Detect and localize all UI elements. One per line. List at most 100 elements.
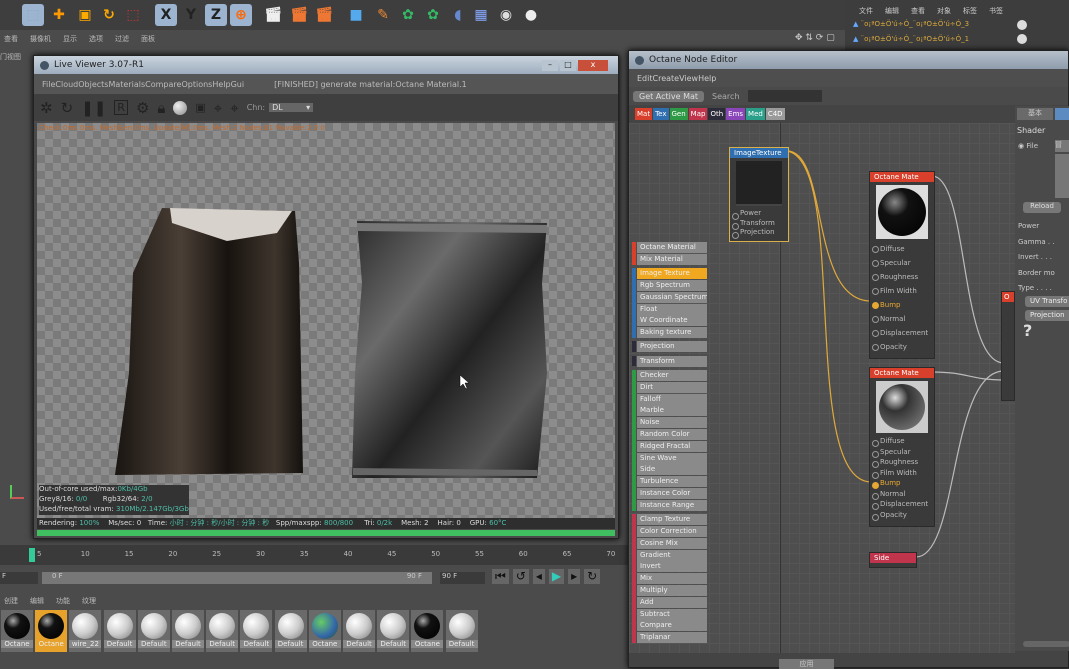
y-axis-icon[interactable]: Y xyxy=(180,4,202,26)
z-axis-icon[interactable]: Z xyxy=(205,4,227,26)
file-button[interactable]: 冒 xyxy=(1055,140,1069,152)
frame-range-slider[interactable]: 0 F 90 F xyxy=(42,572,432,584)
category-tag-ems[interactable]: Ems xyxy=(726,108,746,120)
material-thumbnail[interactable]: Default xyxy=(172,610,204,652)
library-item[interactable]: Compare xyxy=(637,620,707,632)
next-frame-icon[interactable]: ▸ xyxy=(568,569,581,584)
library-item[interactable]: Random Color xyxy=(637,429,707,440)
material-tag-icon[interactable] xyxy=(1017,34,1027,44)
node-port[interactable]: Normal xyxy=(870,489,934,499)
select-tool-icon[interactable]: ⬚ xyxy=(122,4,144,26)
current-frame-field[interactable]: F xyxy=(0,572,38,584)
library-item[interactable]: Sine Wave xyxy=(637,452,707,464)
attr-param[interactable]: Type . . . . xyxy=(1018,284,1052,292)
library-item[interactable]: Multiply xyxy=(637,584,707,596)
library-item[interactable]: Side xyxy=(637,464,707,476)
scale-icon[interactable]: ▣ xyxy=(74,4,96,26)
attr-tab[interactable]: 着色 xyxy=(1055,108,1069,120)
library-item[interactable]: Baking texture xyxy=(637,327,707,339)
menu-item[interactable]: Materials xyxy=(108,80,145,89)
live-selection-icon[interactable]: ⬚ xyxy=(22,4,44,26)
category-tag-oth[interactable]: Oth xyxy=(708,108,726,120)
navigation-icons[interactable]: ✥ ⇅ ⟳ ▢ xyxy=(795,33,835,43)
category-tag-tex[interactable]: Tex xyxy=(653,108,669,120)
attr-param[interactable]: Power xyxy=(1018,222,1039,230)
node-port[interactable]: Displacement xyxy=(870,326,934,340)
library-item[interactable]: Octane Material xyxy=(637,242,707,253)
material-thumbnail[interactable]: Default xyxy=(274,610,307,652)
menu-item[interactable]: 面板 xyxy=(141,35,155,43)
close-button[interactable]: x xyxy=(578,59,608,71)
library-item[interactable]: Ridged Fractal xyxy=(637,440,707,452)
library-item[interactable]: Turbulence xyxy=(637,476,707,488)
prev-key-icon[interactable]: ↺ xyxy=(512,569,529,584)
material-thumbnail[interactable]: Default xyxy=(240,610,273,652)
minimize-button[interactable]: – xyxy=(542,59,558,71)
library-item[interactable]: Instance Range xyxy=(637,499,707,511)
menu-item[interactable]: 纹理 xyxy=(82,597,96,605)
material-preview-icon[interactable] xyxy=(173,100,188,115)
menu-item[interactable]: 编辑 xyxy=(30,597,44,605)
library-item[interactable]: Checker xyxy=(637,370,707,381)
library-item[interactable]: Gradient xyxy=(637,549,707,561)
node-port[interactable]: Opacity xyxy=(870,340,934,354)
material-thumbnail[interactable]: Default xyxy=(377,610,410,652)
library-item[interactable]: Marble xyxy=(637,405,707,417)
menu-item[interactable]: 编辑 xyxy=(885,7,899,15)
pause-icon[interactable]: ❚❚ xyxy=(81,99,106,117)
library-item[interactable]: Noise xyxy=(637,417,707,429)
node-port[interactable]: Film Width xyxy=(870,468,934,478)
x-axis-icon[interactable]: X xyxy=(155,4,177,26)
library-item[interactable]: Transform xyxy=(637,355,707,367)
live-viewer-titlebar[interactable]: Live Viewer 3.07-R1 – □ x xyxy=(34,56,618,74)
world-coord-icon[interactable]: ⊕ xyxy=(230,4,252,26)
material-thumbnail[interactable]: Default xyxy=(445,610,478,652)
attr-tab[interactable]: 基本 xyxy=(1017,108,1053,120)
library-item[interactable]: Clamp Texture xyxy=(637,514,707,526)
deformer-icon[interactable]: ◖ xyxy=(447,4,469,26)
node-port[interactable]: Opacity xyxy=(870,510,934,520)
node-octane-material-2[interactable]: Octane Mate Diffuse Specular Roughness Film… xyxy=(869,367,935,527)
menu-item[interactable]: Gui xyxy=(231,80,245,89)
node-port[interactable]: Bump xyxy=(870,298,934,312)
pick-material-icon[interactable]: ⌖ xyxy=(230,99,238,117)
material-thumbnail[interactable]: Octane xyxy=(411,610,444,652)
subdivide-icon[interactable]: ✿ xyxy=(397,4,419,26)
menu-item[interactable]: 文件 xyxy=(859,7,873,15)
get-active-mat-button[interactable]: Get Active Mat xyxy=(633,90,705,102)
horizontal-scrollbar[interactable] xyxy=(1023,641,1069,647)
refresh-icon[interactable]: ↻ xyxy=(61,99,74,117)
library-item[interactable]: Image Texture xyxy=(637,268,707,280)
node-port[interactable]: Specular xyxy=(870,256,934,270)
pen-icon[interactable]: ✎ xyxy=(372,4,394,26)
playhead[interactable] xyxy=(29,548,35,562)
library-item[interactable]: Instance Color xyxy=(637,488,707,499)
floor-icon[interactable]: ▦ xyxy=(470,4,492,26)
object-row[interactable]: ▲ ¨o¡ªO±Ö'ú÷Ó_¨o¡ªO±Ö'ú÷Ó_3 xyxy=(853,20,969,28)
region-render-icon[interactable]: R xyxy=(114,100,128,115)
library-item[interactable]: Rgb Spectrum xyxy=(637,279,707,291)
search-input[interactable] xyxy=(747,90,822,102)
goto-start-icon[interactable]: ⏮ xyxy=(492,569,509,584)
attr-param[interactable]: Gamma . . xyxy=(1018,238,1055,246)
menu-item[interactable]: 选项 xyxy=(89,35,103,43)
rotate-icon[interactable]: ↻ xyxy=(98,4,120,26)
attr-button[interactable]: Projection xyxy=(1025,310,1069,321)
menu-item[interactable]: Options xyxy=(181,80,212,89)
library-item[interactable]: Cosine Mix xyxy=(637,537,707,549)
library-item[interactable]: Add xyxy=(637,596,707,608)
menu-item[interactable]: 显示 xyxy=(63,35,77,43)
menu-item[interactable]: File xyxy=(42,80,55,89)
node-port[interactable]: Projection xyxy=(730,228,788,239)
category-tag-map[interactable]: Map xyxy=(688,108,708,120)
menu-item[interactable]: View xyxy=(679,74,698,83)
node-port[interactable]: Roughness xyxy=(870,270,934,284)
library-item[interactable]: Gaussian Spectrum xyxy=(637,291,707,303)
help-icon[interactable]: ? xyxy=(1023,321,1032,340)
reload-button[interactable]: Reload xyxy=(1023,202,1061,213)
maximize-button[interactable]: □ xyxy=(560,59,576,71)
material-thumbnail[interactable]: Default xyxy=(206,610,239,652)
library-item[interactable]: Mix Material xyxy=(637,253,707,265)
lock-icon[interactable]: 🔒︎ xyxy=(157,99,165,117)
attr-param[interactable]: Invert . . . xyxy=(1018,253,1052,261)
